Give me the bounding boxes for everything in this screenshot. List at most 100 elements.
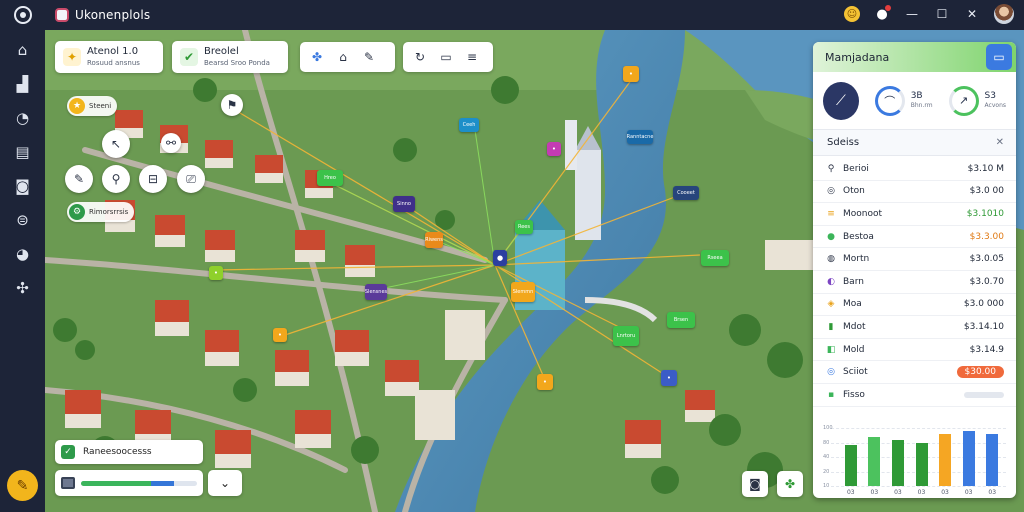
home-icon[interactable]: ⌂ [13, 40, 33, 60]
menu-icon[interactable]: ≡ [461, 46, 483, 68]
eye-icon[interactable]: ◕ [13, 244, 33, 264]
list-item[interactable]: ◎ Oton $3.0 00 [813, 181, 1016, 204]
map-label-2[interactable]: ⚙ Rimorsrrsis [67, 202, 135, 222]
x-tick-label: 03 [846, 489, 855, 496]
map-marker[interactable]: Lnrtoru [613, 326, 639, 346]
list-item[interactable]: ◈ Moa $3.0 000 [813, 294, 1016, 317]
list-item[interactable]: ≡ Moonoot $3.1010 [813, 203, 1016, 226]
check-icon: ✔ [180, 48, 198, 66]
map-marker-small[interactable]: • [623, 66, 639, 82]
draw-button[interactable]: ✎ [65, 165, 93, 193]
stat-card-1[interactable]: ✦ Atenol 1.0 Rosuud ansnus [55, 41, 163, 73]
chart-bar[interactable] [891, 439, 904, 486]
map-marker-hub[interactable]: ● [493, 250, 507, 266]
chart-bar[interactable] [986, 433, 999, 486]
map-marker-small[interactable]: • [537, 374, 553, 390]
pin-icon[interactable]: ✎ [358, 46, 380, 68]
list-item[interactable]: ◍ Mortn $3.0.05 [813, 248, 1016, 271]
map-marker-small[interactable]: • [661, 370, 677, 386]
row-value: $3.0 000 [963, 299, 1004, 310]
row-icon: ◍ [827, 254, 835, 265]
timeline-slider[interactable] [55, 470, 203, 496]
row-icon: ◎ [827, 186, 835, 197]
minimize-icon[interactable]: — [904, 6, 920, 22]
map-marker-small[interactable]: • [547, 142, 561, 156]
calendar-icon[interactable]: ▤ [13, 142, 33, 162]
map-marker-small[interactable]: • [209, 266, 223, 280]
map-marker[interactable]: Rseea [701, 250, 729, 266]
close-icon[interactable]: ✕ [996, 137, 1004, 148]
map-marker[interactable]: Ranntacne [627, 130, 653, 144]
map-marker[interactable]: Riwens [425, 232, 443, 248]
map-pin-button[interactable]: ⚯ [161, 133, 181, 153]
chart-bar[interactable] [939, 433, 952, 486]
row-icon: ▮ [828, 321, 834, 332]
pin-icon: • [666, 374, 672, 382]
share-button[interactable]: ✤ [777, 471, 803, 497]
row-value: $30.00 [956, 366, 1004, 379]
map-marker-small[interactable]: • [273, 328, 287, 342]
map-marker[interactable]: Ceeh [459, 118, 479, 132]
list-item[interactable]: ◐ Barn $3.0.70 [813, 271, 1016, 294]
map-marker[interactable]: Brsen [667, 312, 695, 328]
search-button[interactable]: ⚲ [102, 165, 130, 193]
row-name: Mold [843, 344, 865, 355]
chart-bar[interactable] [844, 445, 857, 486]
map-marker[interactable]: Slemmn [511, 282, 535, 302]
expand-dropdown-button[interactable]: ⌄ [208, 470, 242, 496]
home-outline-icon[interactable]: ⌂ [332, 46, 354, 68]
list-item[interactable]: ▪ Fisso [813, 384, 1016, 407]
grid-line [831, 486, 1006, 487]
layers-icon[interactable]: ✤ [306, 46, 328, 68]
chart-bar[interactable] [962, 430, 975, 486]
map-marker[interactable]: Hreo [317, 170, 343, 186]
close-icon[interactable]: ✕ [964, 6, 980, 22]
chart-bar[interactable] [868, 436, 881, 486]
slider-track[interactable] [81, 480, 197, 486]
layer-button[interactable]: ⎚ [177, 165, 205, 193]
map-label-1[interactable]: ★ Steeni [67, 96, 118, 116]
maximize-icon[interactable]: ☐ [934, 6, 950, 22]
map-label-text: Rimorsrrsis [89, 208, 129, 216]
map-tool-group-2: ↻ ▭ ≡ [403, 42, 493, 72]
y-tick-label: 20 [823, 468, 830, 475]
kpi-value: 3B [910, 91, 923, 101]
filter-button[interactable]: ⊟ [139, 165, 167, 193]
fab-button[interactable]: ✎ [7, 470, 38, 501]
progress-card[interactable]: ✓ Raneesoocesss [55, 440, 203, 464]
pin-icon: • [213, 269, 219, 277]
stat-card-2[interactable]: ✔ Breolel Bearsd Sroo Ponda [172, 41, 288, 73]
chat-bubble-icon[interactable]: ▭ [435, 46, 457, 68]
row-value: $3.3.00 [969, 231, 1004, 242]
kpi-main-icon[interactable]: ⟋ [823, 81, 859, 120]
bell-icon[interactable]: ● [874, 5, 891, 22]
map-pin-button[interactable]: ⚑ [221, 94, 243, 116]
chat-icon[interactable]: ◔ [13, 108, 33, 128]
list-item[interactable]: ◧ Mold $3.14.9 [813, 339, 1016, 362]
map-marker[interactable]: Slensnes [365, 284, 387, 300]
chart-icon[interactable]: ▟ [13, 74, 33, 94]
row-name: Barn [843, 276, 864, 287]
screenshot-button[interactable]: ◙ [742, 471, 768, 497]
app-logo-icon[interactable] [13, 6, 32, 24]
map-marker[interactable]: Cooeet [673, 186, 699, 200]
list-item[interactable]: ● Bestoa $3.3.00 [813, 226, 1016, 249]
map-marker[interactable]: Rees [515, 220, 533, 234]
link-icon: ⚯ [165, 136, 177, 150]
camera-icon[interactable]: ◙ [13, 176, 33, 196]
row-icon: ≡ [827, 208, 835, 219]
avatar[interactable] [994, 4, 1014, 24]
list-item[interactable]: ⚲ Berioi $3.10 M [813, 158, 1016, 181]
locate-button[interactable]: ↖ [102, 130, 130, 158]
list-item[interactable]: ▮ Mdot $3.14.10 [813, 316, 1016, 339]
chart-bar[interactable] [915, 442, 928, 486]
map-marker[interactable]: Sinno [393, 196, 415, 212]
emoji-icon[interactable]: ☺ [844, 6, 860, 22]
row-name: Fisso [843, 389, 865, 400]
download-icon[interactable]: ⊜ [13, 210, 33, 230]
row-name: Moonoot [843, 208, 883, 219]
panel-chat-button[interactable]: ▭ [986, 44, 1012, 70]
list-item[interactable]: ◎ Sciiot $30.00 [813, 361, 1016, 384]
tools-icon[interactable]: ✣ [13, 278, 33, 298]
refresh-icon[interactable]: ↻ [409, 46, 431, 68]
